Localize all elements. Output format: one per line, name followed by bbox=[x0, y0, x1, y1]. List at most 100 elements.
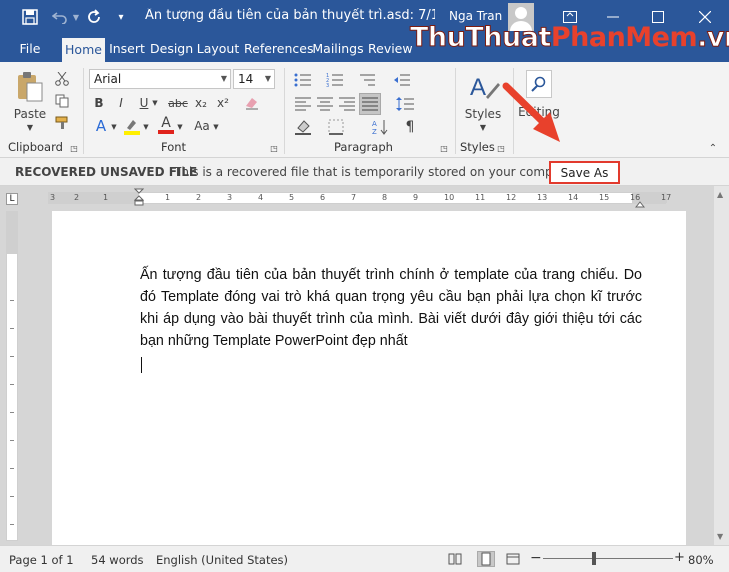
paragraph-launcher-icon[interactable]: ◳ bbox=[439, 143, 449, 153]
ruler-tick-label: 17 bbox=[661, 193, 672, 202]
font-launcher-icon[interactable]: ◳ bbox=[269, 143, 279, 153]
ruler-margin-top bbox=[7, 212, 17, 254]
vertical-scrollbar[interactable]: ▲ ▼ bbox=[714, 186, 729, 545]
styles-group-label: Styles bbox=[460, 140, 495, 154]
document-page[interactable]: Ấn tượng đầu tiên của bản thuyết trình c… bbox=[52, 211, 686, 545]
right-indent-marker[interactable] bbox=[634, 197, 646, 208]
copy-icon[interactable] bbox=[53, 92, 71, 110]
tab-selector[interactable]: L bbox=[6, 193, 18, 205]
text-effects-icon[interactable]: A bbox=[92, 117, 110, 135]
tab-layout[interactable]: Layout bbox=[196, 36, 240, 62]
clear-formatting-icon[interactable] bbox=[243, 94, 261, 112]
user-name[interactable]: Nga Tran bbox=[449, 9, 502, 23]
language[interactable]: English (United States) bbox=[156, 553, 288, 567]
ruler-tick-label: 5 bbox=[289, 193, 295, 202]
tab-file[interactable]: File bbox=[10, 36, 50, 62]
watermark-logo: ThuThuatPhanMem.vn bbox=[410, 22, 729, 54]
zoom-out-icon[interactable]: − bbox=[530, 550, 542, 566]
highlight-dropdown-icon[interactable]: ▼ bbox=[142, 118, 150, 136]
save-as-button[interactable]: Save As bbox=[549, 161, 620, 184]
ruler-tick-label: 9 bbox=[413, 193, 419, 202]
clipboard-launcher-icon[interactable]: ◳ bbox=[69, 143, 79, 153]
paste-icon[interactable] bbox=[14, 70, 46, 104]
find-icon[interactable] bbox=[526, 70, 552, 98]
font-color-button[interactable]: A bbox=[156, 115, 176, 135]
tab-review[interactable]: Review bbox=[368, 36, 413, 62]
bold-button[interactable]: B bbox=[91, 94, 107, 112]
font-name-combo[interactable]: Arial ▼ bbox=[89, 69, 231, 89]
ruler-tick-label: 1 bbox=[103, 193, 109, 202]
align-center-icon[interactable] bbox=[315, 94, 335, 114]
tab-design[interactable]: Design bbox=[150, 36, 193, 62]
print-layout-icon[interactable] bbox=[477, 551, 495, 567]
editing-button[interactable]: Editing bbox=[516, 104, 562, 120]
indent-marker[interactable] bbox=[133, 188, 145, 208]
zoom-level[interactable]: 80% bbox=[688, 553, 714, 567]
multilevel-list-icon[interactable] bbox=[357, 70, 377, 90]
text-effects-dropdown-icon[interactable]: ▼ bbox=[110, 118, 118, 136]
undo-dropdown-icon[interactable]: ▼ bbox=[71, 6, 81, 28]
zoom-slider-thumb[interactable] bbox=[591, 552, 596, 565]
infobar-title: RECOVERED UNSAVED FILE bbox=[15, 165, 198, 179]
borders-icon[interactable] bbox=[325, 117, 347, 137]
font-color-dropdown-icon[interactable]: ▼ bbox=[176, 118, 184, 136]
word-count[interactable]: 54 words bbox=[91, 553, 144, 567]
page-count[interactable]: Page 1 of 1 bbox=[9, 553, 74, 567]
font-color-letter: A bbox=[161, 115, 171, 131]
scroll-down-icon[interactable]: ▼ bbox=[717, 532, 723, 541]
cut-icon[interactable] bbox=[53, 70, 71, 88]
collapse-ribbon-icon[interactable]: ⌃ bbox=[706, 142, 720, 154]
save-icon[interactable] bbox=[18, 6, 42, 28]
undo-icon[interactable] bbox=[50, 6, 70, 28]
tab-mailings[interactable]: Mailings bbox=[312, 36, 364, 62]
line-spacing-icon[interactable] bbox=[393, 94, 417, 114]
zoom-slider[interactable] bbox=[543, 558, 673, 559]
redo-icon[interactable] bbox=[84, 6, 104, 28]
styles-launcher-icon[interactable]: ◳ bbox=[496, 143, 506, 153]
underline-dropdown-icon[interactable]: ▼ bbox=[151, 94, 159, 112]
superscript-button[interactable]: x² bbox=[213, 94, 233, 112]
document-body-text[interactable]: Ấn tượng đầu tiên của bản thuyết trình c… bbox=[140, 264, 642, 352]
document-title: Ấn tượng đầu tiên của bản thuyết trì.asd… bbox=[145, 8, 435, 23]
tab-references[interactable]: References bbox=[244, 36, 313, 62]
tab-home[interactable]: Home bbox=[62, 38, 105, 62]
format-painter-icon[interactable] bbox=[53, 114, 71, 132]
ruler-tick-label: 12 bbox=[506, 193, 517, 202]
numbering-icon[interactable]: 123 bbox=[325, 70, 345, 90]
subscript-button[interactable]: x₂ bbox=[191, 94, 211, 112]
change-case-dropdown-icon[interactable]: ▼ bbox=[212, 118, 220, 136]
ruler-tick-label: 7 bbox=[351, 193, 357, 202]
web-layout-icon[interactable] bbox=[506, 552, 520, 569]
customize-qat-icon[interactable]: ▾ bbox=[114, 6, 128, 28]
strikethrough-button[interactable]: abc bbox=[167, 94, 189, 112]
read-mode-icon[interactable] bbox=[448, 552, 462, 569]
tab-insert[interactable]: Insert bbox=[108, 36, 146, 62]
group-separator bbox=[284, 68, 285, 154]
show-formatting-marks-icon[interactable]: ¶ bbox=[400, 117, 420, 137]
styles-icon[interactable]: A bbox=[468, 70, 500, 104]
decrease-indent-icon[interactable] bbox=[392, 70, 412, 90]
align-right-icon[interactable] bbox=[337, 94, 357, 114]
styles-dropdown-icon[interactable]: ▼ bbox=[475, 122, 491, 132]
ruler-tick-label: 15 bbox=[599, 193, 610, 202]
change-case-button[interactable]: Aa bbox=[191, 117, 213, 135]
group-separator bbox=[513, 68, 514, 154]
vertical-ruler[interactable] bbox=[6, 211, 18, 541]
italic-button[interactable]: I bbox=[113, 94, 129, 112]
font-size-combo[interactable]: 14 ▼ bbox=[233, 69, 275, 89]
shading-icon[interactable] bbox=[293, 117, 315, 137]
paste-button[interactable]: Paste bbox=[12, 106, 48, 122]
scroll-up-icon[interactable]: ▲ bbox=[717, 190, 723, 199]
ruler-tick-label: 10 bbox=[444, 193, 455, 202]
paste-dropdown-icon[interactable]: ▼ bbox=[22, 122, 38, 132]
group-separator bbox=[455, 68, 456, 154]
sort-icon[interactable]: AZ bbox=[370, 117, 390, 137]
styles-button[interactable]: Styles bbox=[463, 106, 503, 122]
justify-icon[interactable] bbox=[359, 93, 381, 115]
font-group-label: Font bbox=[161, 140, 187, 154]
highlight-icon[interactable] bbox=[122, 117, 142, 135]
zoom-in-icon[interactable]: + bbox=[674, 550, 685, 565]
align-left-icon[interactable] bbox=[293, 94, 313, 114]
underline-button[interactable]: U bbox=[136, 94, 152, 112]
bullets-icon[interactable] bbox=[293, 70, 313, 90]
